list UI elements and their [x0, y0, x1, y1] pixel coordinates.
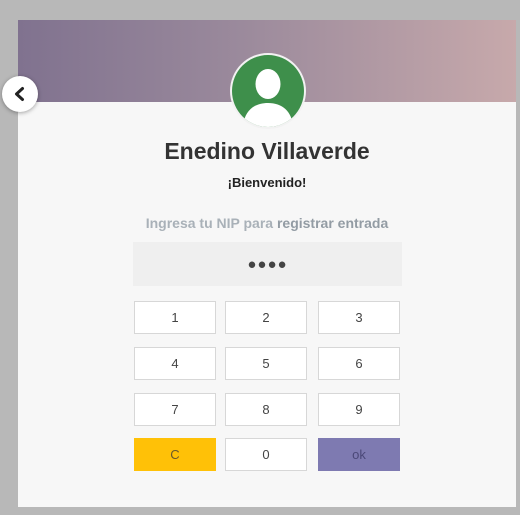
- avatar: [232, 55, 304, 127]
- user-silhouette-icon: [243, 69, 293, 127]
- key-7[interactable]: 7: [134, 393, 216, 426]
- clear-button[interactable]: C: [134, 438, 216, 471]
- key-3[interactable]: 3: [318, 301, 400, 334]
- key-1[interactable]: 1: [134, 301, 216, 334]
- key-4[interactable]: 4: [134, 347, 216, 380]
- key-2[interactable]: 2: [225, 301, 307, 334]
- pin-prompt-action: registrar entrada: [276, 215, 389, 231]
- key-6[interactable]: 6: [318, 347, 400, 380]
- user-name: Enedino Villaverde: [164, 138, 370, 164]
- pin-prompt: Ingresa tu NIP para registrar entrada: [18, 215, 516, 231]
- back-button[interactable]: [2, 76, 38, 112]
- ok-button[interactable]: ok: [318, 438, 400, 471]
- pin-prompt-text: Ingresa tu NIP para: [145, 215, 274, 231]
- key-0[interactable]: 0: [225, 438, 307, 471]
- key-8[interactable]: 8: [225, 393, 307, 426]
- welcome-message: ¡Bienvenido!: [227, 175, 307, 190]
- key-5[interactable]: 5: [225, 347, 307, 380]
- chevron-left-icon: [15, 87, 24, 101]
- key-9[interactable]: 9: [318, 393, 400, 426]
- pin-display[interactable]: ●●●●: [133, 242, 402, 286]
